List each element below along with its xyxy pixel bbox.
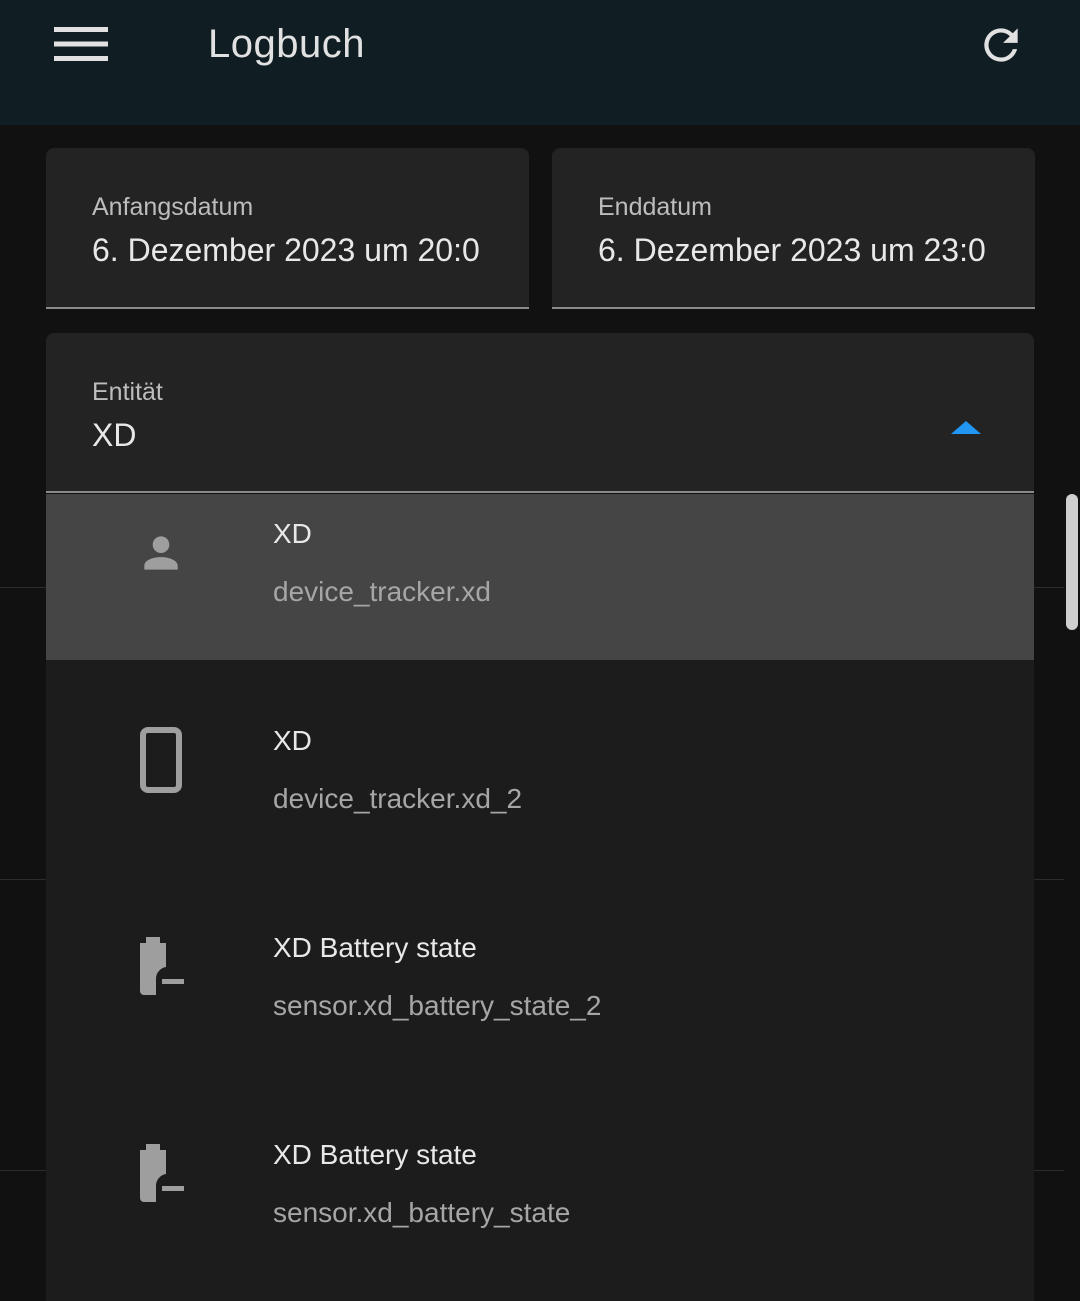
list-item[interactable]: XD device_tracker.xd_2: [46, 701, 1034, 867]
list-item-title: XD Battery state: [273, 932, 477, 963]
scrollbar-thumb[interactable]: [1066, 494, 1078, 630]
background-divider: [1034, 587, 1064, 588]
end-date-label: Enddatum: [598, 193, 712, 221]
background-divider: [0, 879, 46, 880]
background-divider: [1034, 1170, 1064, 1171]
refresh-icon: [984, 28, 1018, 62]
entity-input[interactable]: XD: [92, 417, 792, 454]
dropdown-toggle-button[interactable]: [946, 413, 986, 443]
app-bar: Logbuch: [0, 0, 1080, 125]
list-item[interactable]: XD Battery state sensor.xd_battery_state: [46, 1115, 1034, 1281]
menu-icon: [54, 27, 108, 61]
entity-dropdown-list: XD device_tracker.xd XD device_tracker.x…: [46, 494, 1034, 1301]
cellphone-icon: [140, 727, 182, 793]
page-title: Logbuch: [208, 22, 365, 66]
refresh-button[interactable]: [970, 14, 1032, 76]
list-item-title: XD: [273, 518, 312, 549]
caret-up-icon: [951, 421, 981, 434]
menu-button[interactable]: [50, 22, 112, 66]
list-item-title: XD: [273, 725, 312, 756]
start-date-field[interactable]: Anfangsdatum 6. Dezember 2023 um 20:0: [46, 148, 529, 309]
account-icon: [144, 536, 178, 570]
entity-label: Entität: [92, 378, 163, 406]
list-item-entity-id: device_tracker.xd_2: [273, 783, 523, 814]
end-date-field[interactable]: Enddatum 6. Dezember 2023 um 23:0: [552, 148, 1035, 309]
list-item-entity-id: sensor.xd_battery_state: [273, 1197, 571, 1228]
battery-charging-icon: [140, 937, 184, 995]
end-date-value: 6. Dezember 2023 um 23:0: [598, 232, 986, 268]
list-item-entity-id: sensor.xd_battery_state_2: [273, 990, 602, 1021]
battery-charging-icon: [140, 1144, 184, 1202]
start-date-label: Anfangsdatum: [92, 193, 254, 221]
list-item[interactable]: XD device_tracker.xd: [46, 494, 1034, 660]
list-item-entity-id: device_tracker.xd: [273, 576, 491, 607]
start-date-value: 6. Dezember 2023 um 20:0: [92, 232, 480, 268]
list-item-title: XD Battery state: [273, 1139, 477, 1170]
background-divider: [1034, 879, 1064, 880]
list-item[interactable]: XD Battery state sensor.xd_battery_state…: [46, 908, 1034, 1074]
entity-combo-box[interactable]: Entität XD: [46, 333, 1034, 493]
background-divider: [0, 587, 46, 588]
background-divider: [0, 1170, 46, 1171]
